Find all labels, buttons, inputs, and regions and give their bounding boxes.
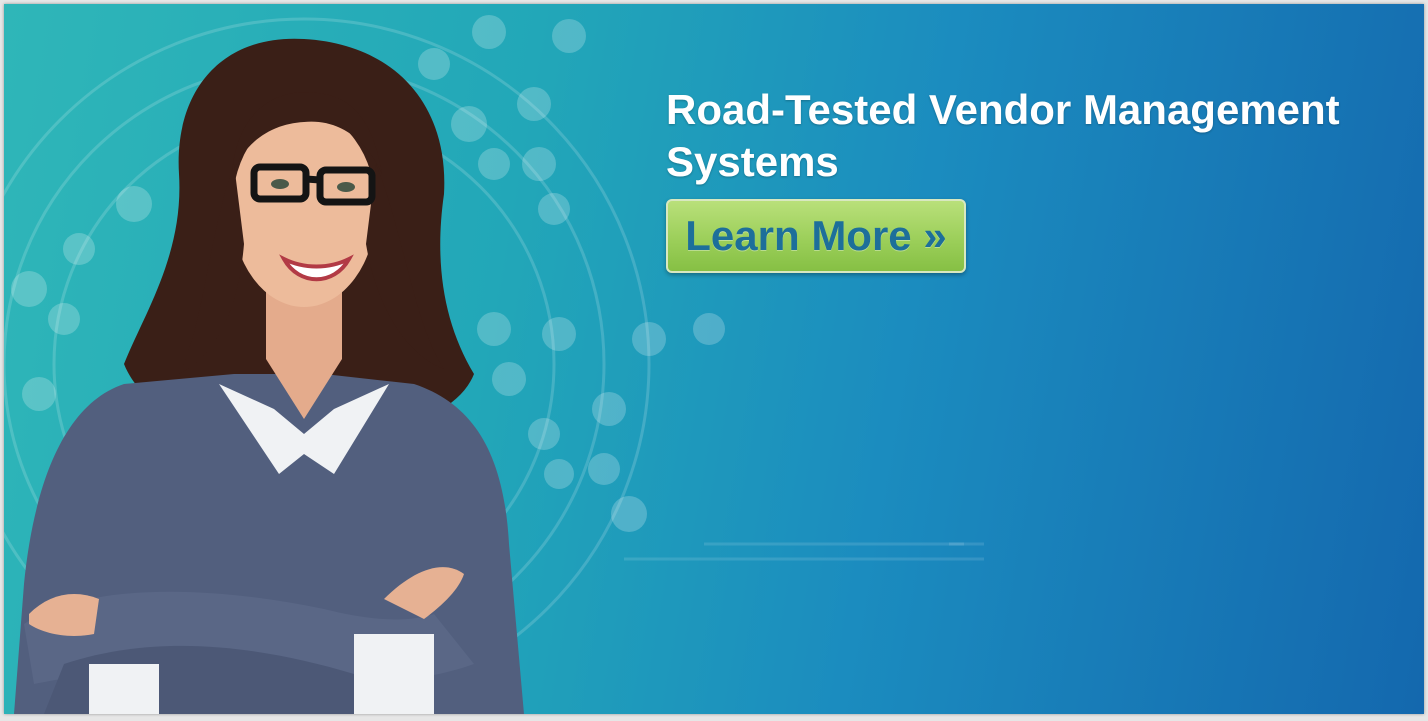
headline: Road-Tested Vendor Management Systems (666, 86, 1340, 185)
hero-banner: Road-Tested Vendor Management Systems Le… (4, 4, 1424, 714)
learn-more-button[interactable]: Learn More » (666, 199, 966, 273)
woman-portrait-illustration (14, 38, 524, 714)
